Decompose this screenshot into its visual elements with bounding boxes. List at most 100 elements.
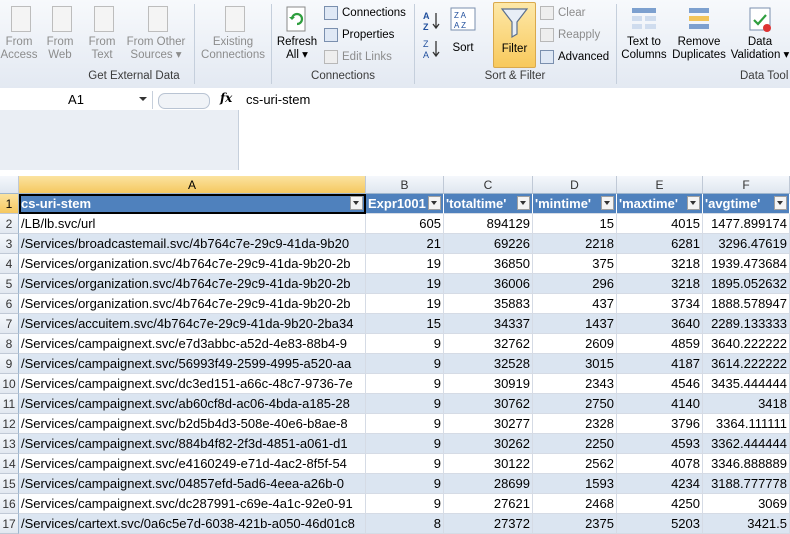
cell-expr1001[interactable]: 9 [366,394,444,414]
row-number[interactable]: 16 [0,494,19,514]
remove-duplicates-button[interactable]: Remove Duplicates [670,4,728,62]
row-number[interactable]: 4 [0,254,19,274]
cell-avgtime[interactable]: 3435.444444 [703,374,790,394]
header-cell-cs-uri-stem[interactable]: cs-uri-stem [19,194,366,214]
cell-maxtime[interactable]: 3796 [617,414,703,434]
cell-avgtime[interactable]: 2289.133333 [703,314,790,334]
sort-z-to-a-button[interactable]: ZA [422,38,442,60]
formula-bar-expand-handle[interactable] [158,93,210,109]
text-to-columns-button[interactable]: Text to Columns [620,4,668,62]
cell-avgtime[interactable]: 3188.777778 [703,474,790,494]
connections-button[interactable]: Connections [324,4,406,22]
filter-button[interactable]: Filter [493,2,536,68]
existing-connections-button[interactable]: Existing Connections [200,4,266,62]
cell-totaltime[interactable]: 27372 [444,514,533,534]
cell-cs-uri-stem[interactable]: /Services/broadcastemail.svc/4b764c7e-29… [19,234,366,254]
column-header-c[interactable]: C [444,176,533,194]
cell-mintime[interactable]: 2468 [533,494,617,514]
cell-expr1001[interactable]: 9 [366,454,444,474]
cell-totaltime[interactable]: 35883 [444,294,533,314]
cell-maxtime[interactable]: 4015 [617,214,703,234]
row-number[interactable]: 12 [0,414,19,434]
cell-expr1001[interactable]: 19 [366,294,444,314]
cell-mintime[interactable]: 2328 [533,414,617,434]
cell-mintime[interactable]: 15 [533,214,617,234]
filter-dropdown-icon[interactable] [350,196,363,210]
cell-mintime[interactable]: 1437 [533,314,617,334]
filter-dropdown-icon[interactable] [687,196,700,210]
row-number[interactable]: 13 [0,434,19,454]
cell-cs-uri-stem[interactable]: /Services/campaignext.svc/e7d3abbc-a52d-… [19,334,366,354]
name-box[interactable]: A1 [0,91,153,109]
insert-function-icon[interactable]: fx [220,91,232,105]
cell-avgtime[interactable]: 3640.222222 [703,334,790,354]
column-header-e[interactable]: E [617,176,703,194]
cell-maxtime[interactable]: 4187 [617,354,703,374]
cell-expr1001[interactable]: 15 [366,314,444,334]
sort-a-to-z-button[interactable]: AZ [422,10,442,32]
cell-totaltime[interactable]: 32762 [444,334,533,354]
cell-mintime[interactable]: 296 [533,274,617,294]
cell-avgtime[interactable]: 3296.47619 [703,234,790,254]
column-header-b[interactable]: B [366,176,444,194]
cell-totaltime[interactable]: 30762 [444,394,533,414]
cell-totaltime[interactable]: 30919 [444,374,533,394]
select-all-corner[interactable] [0,176,19,194]
filter-dropdown-icon[interactable] [428,196,441,210]
cell-cs-uri-stem[interactable]: /Services/accuitem.svc/4b764c7e-29c9-41d… [19,314,366,334]
header-cell-avgtime[interactable]: 'avgtime' [703,194,790,214]
cell-maxtime[interactable]: 3218 [617,254,703,274]
row-number[interactable]: 7 [0,314,19,334]
cell-mintime[interactable]: 2375 [533,514,617,534]
cell-avgtime[interactable]: 3362.444444 [703,434,790,454]
cell-avgtime[interactable]: 1477.899174 [703,214,790,234]
cell-maxtime[interactable]: 4078 [617,454,703,474]
cell-mintime[interactable]: 2750 [533,394,617,414]
cell-expr1001[interactable]: 9 [366,374,444,394]
row-number[interactable]: 11 [0,394,19,414]
cell-cs-uri-stem[interactable]: /Services/campaignext.svc/04857efd-5ad6-… [19,474,366,494]
cell-maxtime[interactable]: 3218 [617,274,703,294]
properties-button[interactable]: Properties [324,26,394,44]
cell-maxtime[interactable]: 6281 [617,234,703,254]
header-cell-totaltime[interactable]: 'totaltime' [444,194,533,214]
cell-avgtime[interactable]: 3364.111111 [703,414,790,434]
from-other-sources-button[interactable]: From Other Sources ▾ [124,4,188,62]
row-number[interactable]: 2 [0,214,19,234]
cell-maxtime[interactable]: 4546 [617,374,703,394]
cell-avgtime[interactable]: 1895.052632 [703,274,790,294]
cell-avgtime[interactable]: 3346.888889 [703,454,790,474]
cell-avgtime[interactable]: 3418 [703,394,790,414]
cell-cs-uri-stem[interactable]: /LB/lb.svc/url [19,214,366,234]
cell-cs-uri-stem[interactable]: /Services/campaignext.svc/884b4f82-2f3d-… [19,434,366,454]
cell-maxtime[interactable]: 4250 [617,494,703,514]
cell-expr1001[interactable]: 9 [366,434,444,454]
cell-cs-uri-stem[interactable]: /Services/campaignext.svc/56993f49-2599-… [19,354,366,374]
cell-totaltime[interactable]: 30122 [444,454,533,474]
from-access-button[interactable]: From Access [0,4,38,62]
cell-totaltime[interactable]: 28699 [444,474,533,494]
cell-avgtime[interactable]: 3421.5 [703,514,790,534]
sort-button[interactable]: Z AA Z Sort [446,4,480,55]
column-header-a[interactable]: A [19,176,366,194]
filter-dropdown-icon[interactable] [774,196,787,210]
cell-cs-uri-stem[interactable]: /Services/campaignext.svc/b2d5b4d3-508e-… [19,414,366,434]
cell-avgtime[interactable]: 3069 [703,494,790,514]
cell-cs-uri-stem[interactable]: /Services/campaignext.svc/dc287991-c69e-… [19,494,366,514]
column-header-d[interactable]: D [533,176,617,194]
cell-mintime[interactable]: 2609 [533,334,617,354]
cell-totaltime[interactable]: 69226 [444,234,533,254]
chevron-down-icon[interactable] [139,97,147,101]
cell-avgtime[interactable]: 1939.473684 [703,254,790,274]
cell-mintime[interactable]: 2562 [533,454,617,474]
clear-filter-button[interactable]: Clear [540,4,585,22]
refresh-all-button[interactable]: Refresh All ▾ [276,4,318,62]
cell-cs-uri-stem[interactable]: /Services/organization.svc/4b764c7e-29c9… [19,274,366,294]
row-number[interactable]: 17 [0,514,19,534]
cell-maxtime[interactable]: 3734 [617,294,703,314]
cell-mintime[interactable]: 375 [533,254,617,274]
cell-maxtime[interactable]: 4859 [617,334,703,354]
data-validation-button[interactable]: Data Validation ▾ [730,4,790,62]
cell-cs-uri-stem[interactable]: /Services/campaignext.svc/dc3ed151-a66c-… [19,374,366,394]
cell-maxtime[interactable]: 5203 [617,514,703,534]
